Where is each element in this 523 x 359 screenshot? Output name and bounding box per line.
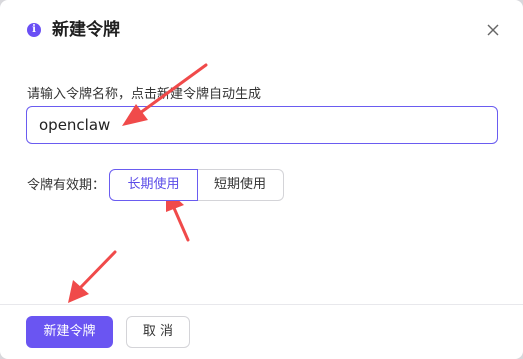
token-name-input[interactable] (26, 106, 498, 144)
dialog-header: i 新建令牌 (0, 0, 523, 60)
cancel-button[interactable]: 取 消 (126, 316, 190, 348)
validity-option-long-term[interactable]: 长期使用 (109, 169, 198, 201)
token-name-label: 请输入令牌名称，点击新建令牌自动生成 (27, 87, 262, 102)
info-icon: i (27, 23, 41, 37)
footer-divider (0, 304, 523, 305)
create-token-button[interactable]: 新建令牌 (26, 316, 113, 348)
create-token-dialog: i 新建令牌 请输入令牌名称，点击新建令牌自动生成 令牌有效期： 长期使用 短期… (0, 0, 523, 359)
dialog-title: 新建令牌 (52, 20, 120, 40)
validity-label: 令牌有效期： (27, 178, 106, 193)
close-icon[interactable] (483, 20, 503, 40)
validity-option-short-term[interactable]: 短期使用 (197, 169, 284, 201)
